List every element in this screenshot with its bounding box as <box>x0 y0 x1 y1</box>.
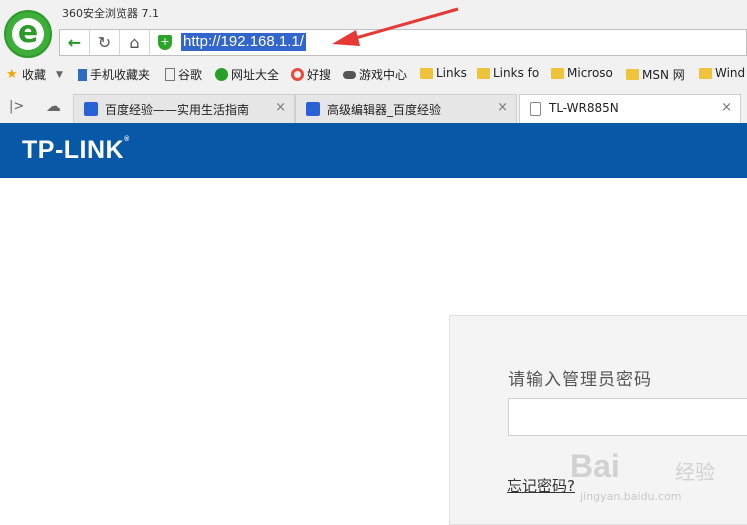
page-icon <box>530 102 541 116</box>
browser-chrome: e 360安全浏览器 7.1 ← ↻ ⌂ + http://192.168.1.… <box>0 0 747 123</box>
tplink-banner: TP-LINK® <box>0 123 747 178</box>
bookmark-folder[interactable]: Wind <box>699 66 745 80</box>
login-panel: 请输入管理员密码 忘记密码? <box>449 315 747 525</box>
site-nav-icon <box>215 68 228 81</box>
bookmark-item[interactable]: 游戏中心 <box>343 66 407 83</box>
back-icon[interactable]: ← <box>60 30 90 55</box>
star-icon: ★ <box>6 67 18 82</box>
url-field[interactable]: http://192.168.1.1/ <box>181 33 306 51</box>
sidebar-toggle-icon[interactable]: |> <box>9 99 24 114</box>
browser-title: 360安全浏览器 7.1 <box>62 7 159 20</box>
bookmark-favorites[interactable]: ★ 收藏 ▼ <box>6 66 63 83</box>
close-icon[interactable]: × <box>497 100 508 115</box>
folder-icon <box>477 67 490 79</box>
gamepad-icon <box>343 70 356 79</box>
password-prompt: 请输入管理员密码 <box>508 370 652 390</box>
bookmark-item[interactable]: 网址大全 <box>215 66 279 83</box>
bookmark-folder[interactable]: Microso <box>551 66 613 80</box>
chevron-down-icon[interactable]: ▼ <box>56 70 63 80</box>
phone-icon <box>78 68 87 81</box>
forgot-password-link[interactable]: 忘记密码? <box>507 475 575 496</box>
security-shield-icon: + <box>158 35 172 50</box>
close-icon[interactable]: × <box>275 100 286 115</box>
bookmark-item[interactable]: 谷歌 <box>165 66 202 83</box>
bookmark-folder[interactable]: MSN 网 <box>626 66 685 83</box>
page-icon <box>165 68 175 81</box>
baidu-paw-icon: 🐾 <box>306 102 320 116</box>
tplink-logo: TP-LINK® <box>22 136 130 164</box>
folder-icon <box>699 67 712 79</box>
search-icon <box>291 68 304 81</box>
folder-icon <box>626 69 639 80</box>
tab-strip: |> ☁ 🐾 百度经验——实用生活指南 × 🐾 高级编辑器_百度经验 × TL-… <box>0 92 747 123</box>
bookmark-item[interactable]: 手机收藏夹 <box>78 66 150 83</box>
folder-icon <box>420 67 433 79</box>
password-field[interactable] <box>508 398 747 436</box>
tab-advanced-editor[interactable]: 🐾 高级编辑器_百度经验 × <box>295 94 517 123</box>
tab-baidu-jingyan[interactable]: 🐾 百度经验——实用生活指南 × <box>73 94 295 123</box>
bookmark-item[interactable]: 好搜 <box>291 66 331 83</box>
cloud-icon[interactable]: ☁ <box>46 97 61 115</box>
reload-icon[interactable]: ↻ <box>90 30 120 55</box>
browser-logo: e <box>4 10 52 58</box>
bookmarks-bar: ★ 收藏 ▼ 手机收藏夹 谷歌 网址大全 好搜 游戏中心 Links Links… <box>0 62 747 87</box>
home-icon[interactable]: ⌂ <box>120 30 150 55</box>
close-icon[interactable]: × <box>721 100 732 115</box>
bookmark-folder[interactable]: Links fo <box>477 66 539 80</box>
folder-icon <box>551 67 564 79</box>
address-bar[interactable]: ← ↻ ⌂ + http://192.168.1.1/ <box>59 29 747 56</box>
baidu-paw-icon: 🐾 <box>84 102 98 116</box>
bookmark-folder[interactable]: Links <box>420 66 467 80</box>
tab-tl-wr885n[interactable]: TL-WR885N × <box>519 94 741 123</box>
